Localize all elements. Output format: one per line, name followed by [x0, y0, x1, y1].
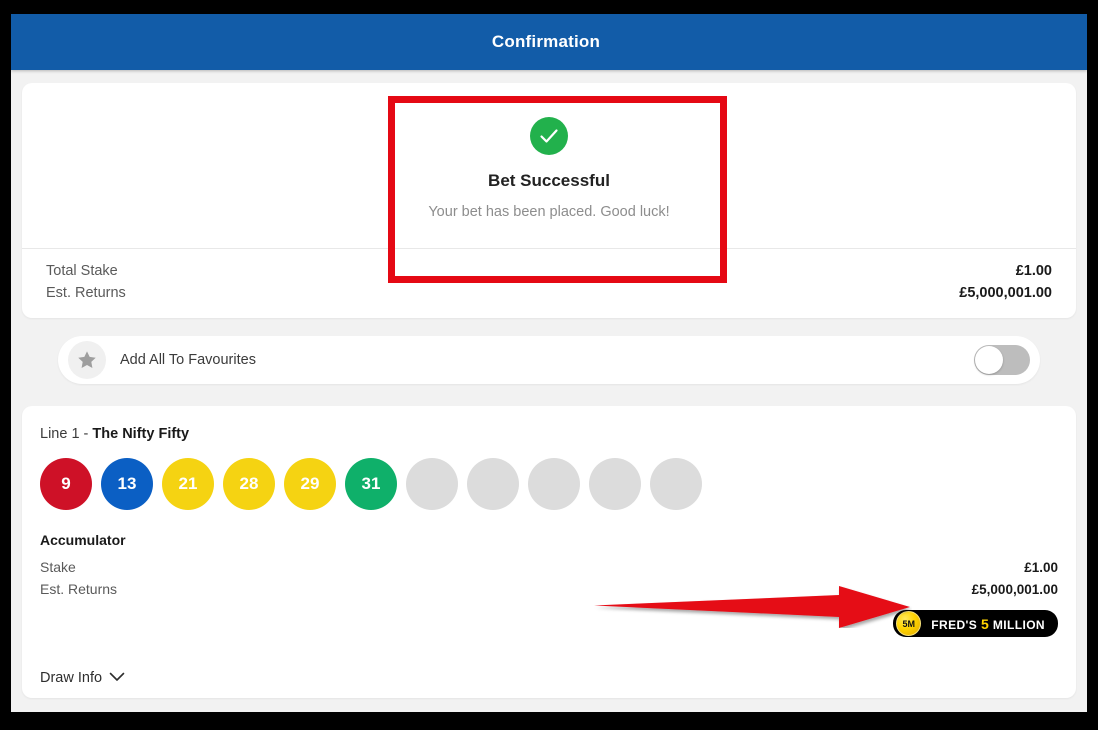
accumulator-returns-row: Est. Returns £5,000,001.00: [40, 578, 1058, 600]
number-ball-empty: [528, 458, 580, 510]
number-ball: 31: [345, 458, 397, 510]
page-title: Confirmation: [491, 32, 601, 51]
chevron-down-icon: [109, 669, 125, 687]
promo-coin-icon: 5M: [896, 611, 922, 636]
number-ball: 21: [162, 458, 214, 510]
accumulator-stake-row: Stake £1.00: [40, 556, 1058, 578]
promo-word-five: 5: [980, 615, 990, 632]
accumulator-returns-value: £5,000,001.00: [971, 582, 1058, 597]
total-stake-label: Total Stake: [46, 263, 118, 279]
accumulator-title: Accumulator: [40, 532, 126, 548]
accumulator-stake-label: Stake: [40, 559, 76, 575]
app-screen: Confirmation Bet Successful Your bet has…: [11, 14, 1087, 712]
number-ball: 13: [101, 458, 153, 510]
bet-line-card: Line 1 - The Nifty Fifty 9 13 21 28 29 31 Acc…: [22, 406, 1076, 698]
freds-5-million-badge[interactable]: 5M FRED'S 5 MILLION: [893, 610, 1058, 637]
number-ball: 9: [40, 458, 92, 510]
toggle-knob: [975, 346, 1003, 374]
bet-confirmation-card: Bet Successful Your bet has been placed.…: [22, 83, 1076, 318]
total-stake-value: £1.00: [1015, 263, 1052, 279]
number-ball-empty: [467, 458, 519, 510]
accumulator-stake-value: £1.00: [1024, 560, 1058, 575]
est-returns-label: Est. Returns: [46, 285, 126, 301]
number-ball-empty: [406, 458, 458, 510]
est-returns-row: Est. Returns £5,000,001.00: [46, 282, 1052, 304]
total-stake-row: Total Stake £1.00: [46, 260, 1052, 282]
success-message-block: Bet Successful Your bet has been placed.…: [22, 83, 1076, 248]
line-title: Line 1 - The Nifty Fifty: [40, 426, 1058, 442]
number-ball-empty: [589, 458, 641, 510]
star-icon: [68, 341, 106, 379]
number-ball: 28: [223, 458, 275, 510]
draw-info-toggle[interactable]: Draw Info: [40, 669, 125, 687]
header-bar: Confirmation: [11, 14, 1087, 70]
check-circle-icon: [530, 117, 568, 155]
favourites-toggle[interactable]: [974, 345, 1030, 375]
promo-badge-wrap: 5M FRED'S 5 MILLION: [40, 610, 1058, 637]
promo-word-freds: FRED'S: [931, 617, 978, 632]
promo-text: FRED'S 5 MILLION: [931, 616, 1045, 632]
totals-block: Total Stake £1.00 Est. Returns £5,000,00…: [22, 248, 1076, 318]
line-title-name: The Nifty Fifty: [92, 426, 190, 442]
add-all-to-favourites-row[interactable]: Add All To Favourites: [58, 336, 1040, 384]
est-returns-value: £5,000,001.00: [959, 285, 1052, 301]
line-title-prefix: Line 1 -: [40, 426, 93, 442]
selected-numbers-list: 9 13 21 28 29 31: [40, 458, 1058, 510]
promo-word-million: MILLION: [992, 617, 1045, 632]
page-body: Bet Successful Your bet has been placed.…: [11, 83, 1087, 712]
accumulator-returns-label: Est. Returns: [40, 581, 118, 597]
success-title: Bet Successful: [488, 171, 610, 190]
draw-info-label: Draw Info: [40, 670, 103, 686]
success-subtitle: Your bet has been placed. Good luck!: [428, 204, 670, 220]
number-ball-empty: [650, 458, 702, 510]
number-ball: 29: [284, 458, 336, 510]
favourites-label: Add All To Favourites: [120, 352, 256, 368]
